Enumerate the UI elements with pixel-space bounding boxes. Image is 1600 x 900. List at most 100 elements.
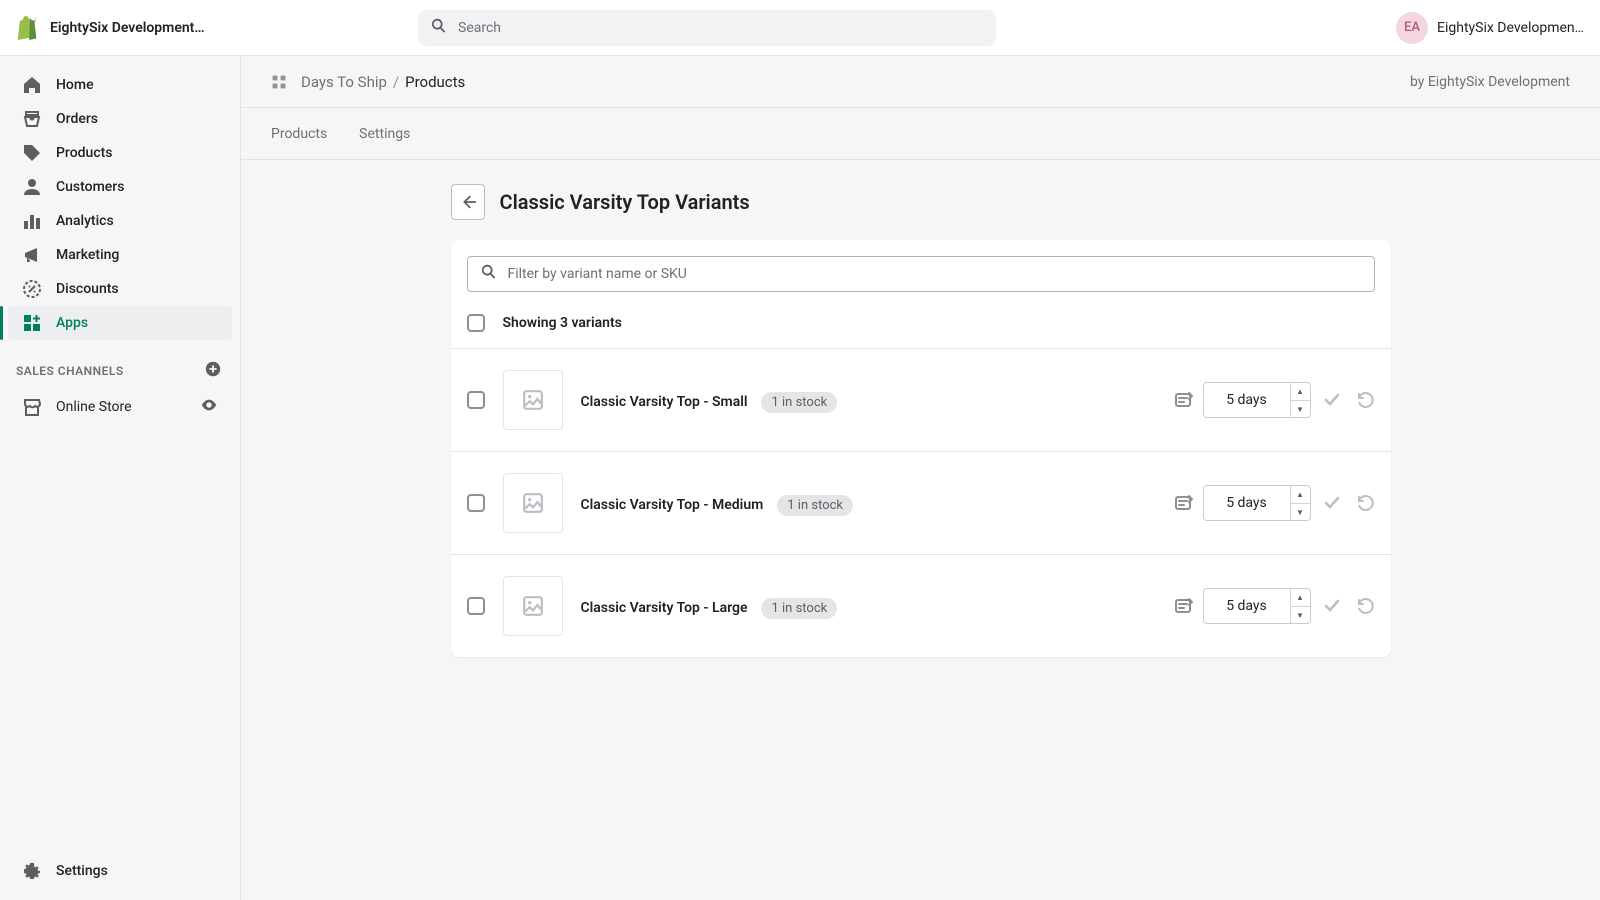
search-icon (480, 263, 498, 285)
select-all-checkbox[interactable] (467, 314, 485, 332)
variant-row: Classic Varsity Top - Medium 1 in stock … (451, 451, 1391, 554)
note-icon[interactable] (1173, 493, 1193, 513)
variant-name: Classic Varsity Top - Large (581, 600, 748, 616)
variants-card: Showing 3 variants Classic Varsity Top -… (451, 240, 1391, 657)
days-value: 5 days (1204, 495, 1290, 511)
back-button[interactable] (451, 184, 485, 220)
undo-icon[interactable] (1353, 493, 1375, 513)
topbar: EightySix Development… EA EightySix Deve… (0, 0, 1600, 56)
sidebar-item-analytics[interactable]: Analytics (8, 204, 232, 238)
sidebar-item-label: Marketing (56, 247, 119, 263)
global-search[interactable] (418, 10, 996, 46)
app-breadcrumb-bar: Days To Ship / Products by EightySix Dev… (240, 56, 1600, 108)
app-block-icon (271, 74, 287, 90)
sidebar-item-marketing[interactable]: Marketing (8, 238, 232, 272)
sidebar: Home Orders Products Customers Analytics… (0, 56, 240, 900)
sidebar-item-label: Home (56, 77, 94, 93)
channel-label: Online Store (56, 399, 132, 415)
section-title: SALES CHANNELS (16, 364, 124, 378)
sidebar-item-label: Customers (56, 179, 124, 195)
sidebar-item-label: Apps (56, 315, 88, 331)
variant-name: Classic Varsity Top - Medium (581, 497, 764, 513)
shopify-logo-icon (16, 16, 38, 40)
sidebar-item-label: Discounts (56, 281, 119, 297)
marketing-icon (22, 245, 42, 265)
sidebar-item-apps[interactable]: Apps (8, 306, 232, 340)
variant-row: Classic Varsity Top - Small 1 in stock 5… (451, 348, 1391, 451)
stock-badge: 1 in stock (761, 598, 837, 619)
sales-channels-heading: SALES CHANNELS (0, 340, 240, 389)
customers-icon (22, 177, 42, 197)
row-checkbox[interactable] (467, 494, 485, 512)
days-field[interactable]: 5 days ▲ ▼ (1203, 485, 1311, 521)
variant-thumbnail (503, 576, 563, 636)
note-icon[interactable] (1173, 596, 1193, 616)
app-byline: by EightySix Development (1410, 74, 1570, 90)
sidebar-channel-online-store[interactable]: Online Store (8, 389, 232, 425)
sidebar-item-settings[interactable]: Settings (8, 854, 232, 888)
tab-products[interactable]: Products (271, 126, 327, 142)
sidebar-item-products[interactable]: Products (8, 136, 232, 170)
main: Days To Ship / Products by EightySix Dev… (240, 56, 1600, 900)
app-tabs: Products Settings (240, 108, 1600, 160)
sidebar-item-home[interactable]: Home (8, 68, 232, 102)
variant-filter[interactable] (467, 256, 1375, 292)
variant-name: Classic Varsity Top - Small (581, 394, 748, 410)
row-checkbox[interactable] (467, 597, 485, 615)
apps-icon (22, 313, 42, 333)
note-icon[interactable] (1173, 390, 1193, 410)
image-placeholder-icon (522, 595, 544, 617)
confirm-icon[interactable] (1321, 493, 1343, 513)
tab-settings[interactable]: Settings (359, 126, 410, 142)
products-icon (22, 143, 42, 163)
confirm-icon[interactable] (1321, 390, 1343, 410)
sidebar-item-label: Products (56, 145, 113, 161)
stock-badge: 1 in stock (777, 495, 853, 516)
decrement-button[interactable]: ▼ (1291, 503, 1310, 520)
page-title: Classic Varsity Top Variants (500, 190, 750, 214)
gear-icon (22, 861, 42, 881)
list-header: Showing 3 variants (451, 308, 1391, 348)
analytics-icon (22, 211, 42, 231)
eye-icon[interactable] (200, 396, 218, 418)
days-field[interactable]: 5 days ▲ ▼ (1203, 382, 1311, 418)
discounts-icon (22, 279, 42, 299)
increment-button[interactable]: ▲ (1291, 383, 1310, 400)
stock-badge: 1 in stock (761, 392, 837, 413)
arrow-left-icon (459, 193, 477, 211)
sidebar-item-orders[interactable]: Orders (8, 102, 232, 136)
add-channel-button[interactable] (204, 360, 222, 381)
variant-filter-input[interactable] (508, 266, 1362, 282)
sidebar-item-customers[interactable]: Customers (8, 170, 232, 204)
increment-button[interactable]: ▲ (1291, 589, 1310, 606)
sidebar-item-label: Settings (56, 863, 108, 879)
undo-icon[interactable] (1353, 390, 1375, 410)
days-value: 5 days (1204, 598, 1290, 614)
store-name[interactable]: EightySix Development… (50, 20, 205, 36)
search-input[interactable] (458, 20, 984, 36)
avatar[interactable]: EA (1396, 12, 1428, 44)
breadcrumb-separator: / (387, 73, 405, 91)
variant-row: Classic Varsity Top - Large 1 in stock 5… (451, 554, 1391, 657)
sidebar-item-discounts[interactable]: Discounts (8, 272, 232, 306)
row-checkbox[interactable] (467, 391, 485, 409)
breadcrumb-current: Products (405, 73, 465, 91)
days-field[interactable]: 5 days ▲ ▼ (1203, 588, 1311, 624)
showing-count: Showing 3 variants (503, 315, 622, 331)
decrement-button[interactable]: ▼ (1291, 606, 1310, 623)
variant-thumbnail (503, 370, 563, 430)
decrement-button[interactable]: ▼ (1291, 400, 1310, 417)
sidebar-item-label: Orders (56, 111, 98, 127)
account-name[interactable]: EightySix Developmen… (1437, 20, 1584, 36)
variant-thumbnail (503, 473, 563, 533)
image-placeholder-icon (522, 389, 544, 411)
breadcrumb-parent[interactable]: Days To Ship (301, 73, 387, 91)
sidebar-item-label: Analytics (56, 213, 114, 229)
image-placeholder-icon (522, 492, 544, 514)
days-value: 5 days (1204, 392, 1290, 408)
home-icon (22, 75, 42, 95)
undo-icon[interactable] (1353, 596, 1375, 616)
confirm-icon[interactable] (1321, 596, 1343, 616)
increment-button[interactable]: ▲ (1291, 486, 1310, 503)
search-icon (430, 17, 448, 39)
